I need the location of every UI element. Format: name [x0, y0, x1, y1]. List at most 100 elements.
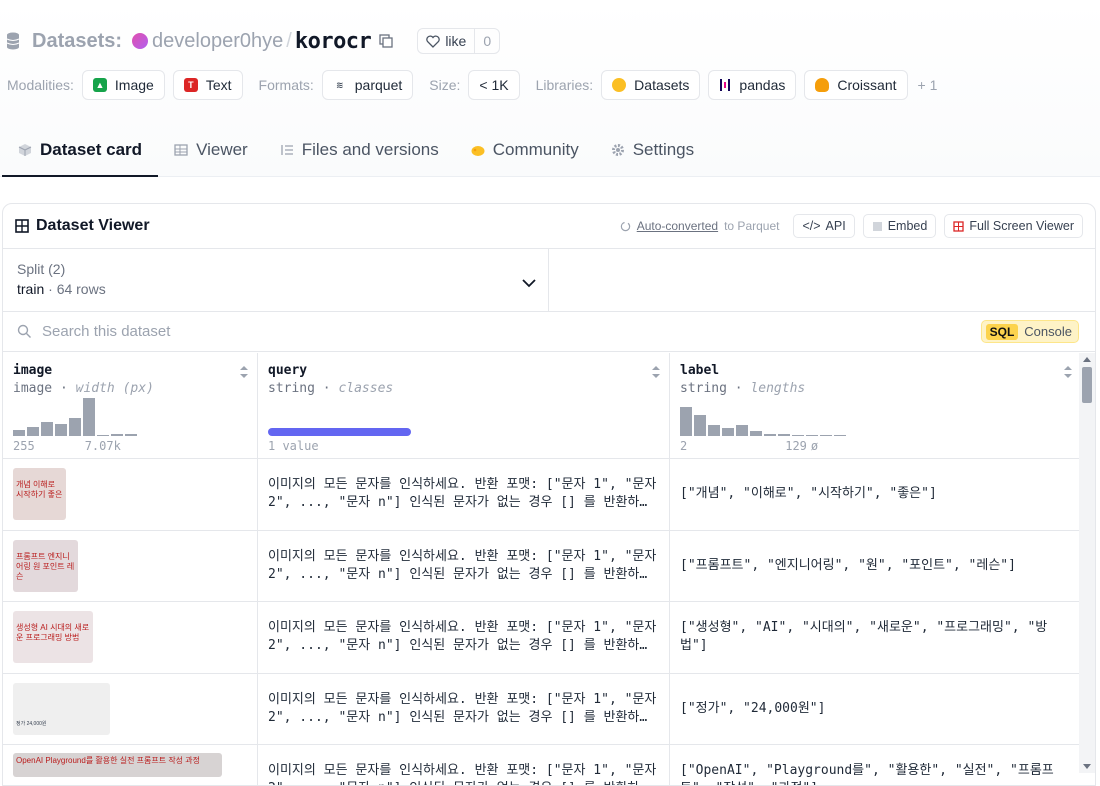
scroll-down-icon[interactable] — [1083, 764, 1091, 769]
tab-community[interactable]: Community — [455, 124, 595, 175]
histogram-bar[interactable] — [111, 434, 123, 436]
image-cell[interactable]: 생성형 AI 시대의 새로운 프로그래밍 방법 — [3, 602, 258, 673]
image-cell[interactable]: 프롬프트 엔지니어링 원 포인트 레슨 — [3, 530, 258, 601]
tab-viewer[interactable]: Viewer — [158, 124, 264, 175]
thumbnail-text: 개념 이해로 시작하기 좋은 — [16, 480, 63, 500]
repo-header: Datasets: developer0hye / korocr like 0 … — [0, 0, 1100, 177]
like-button[interactable]: like 0 — [417, 28, 501, 54]
query-text: 이미지의 모든 문자를 인식하세요. 반환 포맷: ["문자 1", "문자 2… — [268, 763, 657, 785]
tag-row: Modalities: ▲ Image T Text Formats: ≋ parqu… — [7, 69, 937, 101]
histogram-bar[interactable] — [820, 435, 832, 436]
image-thumbnail[interactable]: 정가 24,000원 — [13, 682, 110, 735]
image-icon: ▲ — [92, 78, 107, 92]
column-stat: classes — [338, 381, 394, 396]
histogram-bar[interactable] — [708, 425, 720, 436]
histogram-bar[interactable] — [750, 431, 762, 436]
croissant-icon — [815, 78, 830, 92]
histogram-bar[interactable] — [83, 398, 95, 436]
table-row[interactable]: OpenAI Playground를 활용한 실전 프롬프트 작성 과정 이미지… — [3, 745, 1081, 785]
histogram-bar[interactable] — [722, 428, 734, 436]
query-cell[interactable]: 이미지의 모든 문자를 인식하세요. 반환 포맷: ["문자 1", "문자 2… — [258, 459, 670, 530]
tag-image[interactable]: ▲ Image — [81, 70, 165, 100]
histogram-bar[interactable] — [834, 435, 846, 436]
tab-settings[interactable]: Settings — [595, 124, 710, 175]
thumbnail-text: 생성형 AI 시대의 새로운 프로그래밍 방법 — [16, 623, 90, 643]
org-link[interactable]: developer0hye — [152, 30, 283, 53]
table-icon — [174, 143, 188, 156]
sort-icon[interactable] — [1063, 365, 1073, 379]
scroll-up-icon[interactable] — [1083, 357, 1091, 362]
histogram-bar[interactable] — [69, 418, 81, 436]
split-selector[interactable]: Split (2) train · 64 rows — [3, 249, 549, 311]
refresh-icon — [620, 221, 630, 231]
image-thumbnail[interactable]: 프롬프트 엔지니어링 원 포인트 레슨 — [13, 539, 78, 592]
histogram-bar[interactable] — [41, 422, 53, 436]
tag-parquet[interactable]: ≋ parquet — [321, 70, 414, 100]
label-cell[interactable]: ["정가", "24,000원"] — [670, 674, 1081, 745]
embed-label: Embed — [887, 219, 928, 233]
query-cell[interactable]: 이미지의 모든 문자를 인식하세요. 반환 포맷: ["문자 1", "문자 2… — [258, 602, 670, 673]
column-type: image · width (px) — [13, 381, 154, 396]
repo-name[interactable]: korocr — [295, 29, 372, 54]
more-tags[interactable]: + 1 — [918, 77, 938, 93]
sort-icon[interactable] — [239, 365, 249, 379]
query-cell[interactable]: 이미지의 모든 문자를 인식하세요. 반환 포맷: ["문자 1", "문자 2… — [258, 673, 670, 744]
label-cell[interactable]: ["프롬프트", "엔지니어링", "원", "포인트", "레슨"] — [670, 531, 1081, 602]
embed-button[interactable]: Embed — [862, 214, 937, 238]
histogram-bar[interactable] — [13, 430, 25, 436]
image-thumbnail[interactable]: 생성형 AI 시대의 새로운 프로그래밍 방법 — [13, 611, 93, 664]
histogram-bar[interactable] — [806, 435, 818, 436]
scroll-thumb[interactable] — [1082, 367, 1092, 403]
histogram-axis: 2 129 ø — [680, 439, 1071, 453]
column-header-label[interactable]: label string · lengths 2 129 ø — [670, 353, 1081, 458]
viewer-title-text: Dataset Viewer — [36, 217, 150, 234]
query-cell[interactable]: 이미지의 모든 문자를 인식하세요. 반환 포맷: ["문자 1", "문자 2… — [258, 530, 670, 601]
histogram-bar[interactable] — [778, 434, 790, 436]
column-header-query[interactable]: query string · classes 1 value — [258, 353, 670, 458]
tab-files[interactable]: Files and versions — [264, 124, 455, 175]
fullscreen-button[interactable]: Full Screen Viewer — [944, 214, 1083, 238]
auto-converted-link[interactable]: Auto-converted — [637, 219, 718, 233]
api-button[interactable]: </> API — [793, 214, 855, 238]
table-scrollbar[interactable] — [1079, 353, 1095, 773]
histogram-bar[interactable] — [792, 435, 804, 436]
tag-size[interactable]: < 1K — [468, 70, 520, 100]
class-bar[interactable] — [268, 428, 411, 436]
label-cell[interactable]: ["OpenAI", "Playground를", "활용한", "실전", "… — [670, 745, 1081, 785]
sql-console-button[interactable]: SQL Console — [980, 320, 1079, 343]
histogram-bar[interactable] — [55, 424, 67, 436]
column-stat: width (px) — [75, 381, 154, 396]
table-row[interactable]: 개념 이해로 시작하기 좋은 이미지의 모든 문자를 인식하세요. 반환 포맷:… — [3, 459, 1081, 531]
tag-text[interactable]: T Text — [172, 70, 243, 100]
image-cell[interactable]: 개념 이해로 시작하기 좋은 — [3, 459, 258, 530]
search-bar[interactable]: Search this dataset SQL Console — [3, 312, 1095, 352]
image-thumbnail[interactable]: 개념 이해로 시작하기 좋은 — [13, 468, 66, 521]
table-row[interactable]: 정가 24,000원 이미지의 모든 문자를 인식하세요. 반환 포맷: ["문… — [3, 673, 1081, 745]
section-label[interactable]: Datasets: — [32, 30, 122, 53]
api-label: API — [825, 219, 846, 233]
histogram-bar[interactable] — [97, 435, 109, 436]
like-count: 0 — [483, 33, 492, 49]
tag-datasets[interactable]: Datasets — [601, 70, 701, 100]
search-input[interactable]: Search this dataset — [42, 323, 170, 340]
histogram-bar[interactable] — [736, 425, 748, 436]
label-cell[interactable]: ["개념", "이해로", "시작하기", "좋은"] — [670, 459, 1081, 530]
histogram-bar[interactable] — [764, 434, 776, 436]
table-row[interactable]: 생성형 AI 시대의 새로운 프로그래밍 방법 이미지의 모든 문자를 인식하세… — [3, 602, 1081, 674]
tab-dataset-card[interactable]: Dataset card — [2, 124, 159, 177]
histogram-bar[interactable] — [680, 407, 692, 436]
label-cell[interactable]: ["생성형", "AI", "시대의", "새로운", "프로그래밍", "방법… — [670, 602, 1081, 673]
column-header-image[interactable]: image image · width (px) 255 7.07k — [3, 353, 258, 458]
image-thumbnail[interactable]: OpenAI Playground를 활용한 실전 프롬프트 작성 과정 — [13, 753, 222, 777]
copy-icon[interactable] — [379, 34, 393, 48]
table-row[interactable]: 프롬프트 엔지니어링 원 포인트 레슨 이미지의 모든 문자를 인식하세요. 반… — [3, 530, 1081, 602]
tag-pandas[interactable]: pandas — [708, 70, 797, 100]
histogram-bar[interactable] — [27, 427, 39, 436]
image-cell[interactable]: OpenAI Playground를 활용한 실전 프롬프트 작성 과정 — [3, 745, 258, 785]
sort-icon[interactable] — [651, 365, 661, 379]
histogram-bar[interactable] — [694, 415, 706, 436]
histogram-bar[interactable] — [125, 434, 137, 436]
image-cell[interactable]: 정가 24,000원 — [3, 673, 258, 744]
tag-croissant[interactable]: Croissant — [804, 70, 908, 100]
query-cell[interactable]: 이미지의 모든 문자를 인식하세요. 반환 포맷: ["문자 1", "문자 2… — [258, 745, 670, 785]
